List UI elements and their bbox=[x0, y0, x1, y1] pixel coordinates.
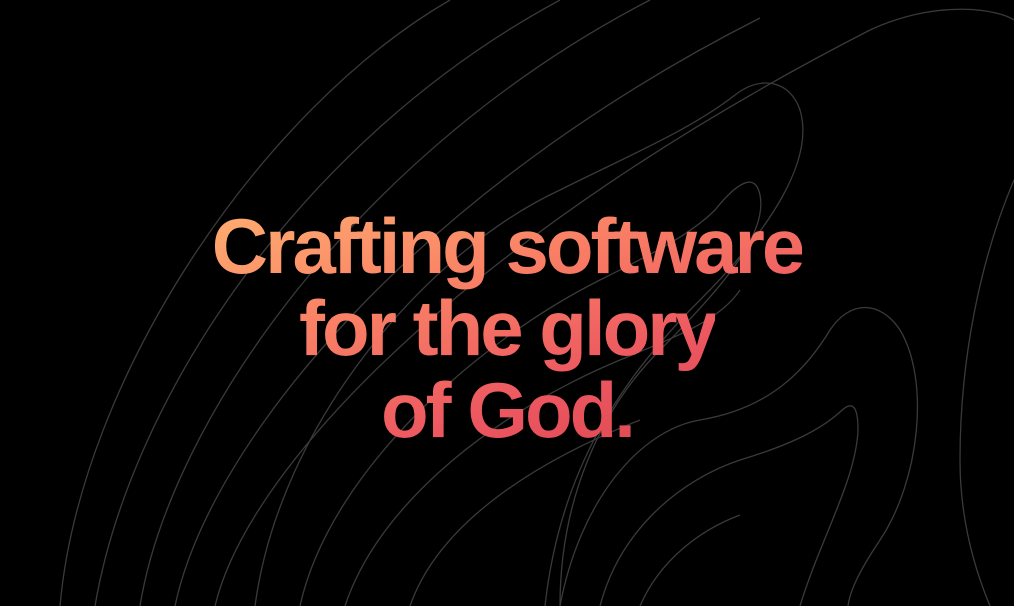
hero-headline: Crafting software for the glory of God. bbox=[0, 205, 1014, 451]
headline-line-1: Crafting software bbox=[211, 202, 805, 290]
headline-line-2: for the glory bbox=[298, 284, 718, 372]
hero-section: Crafting software for the glory of God. bbox=[0, 0, 1014, 606]
headline-line-3: of God. bbox=[381, 366, 636, 454]
contour-line-12 bbox=[639, 514, 741, 606]
